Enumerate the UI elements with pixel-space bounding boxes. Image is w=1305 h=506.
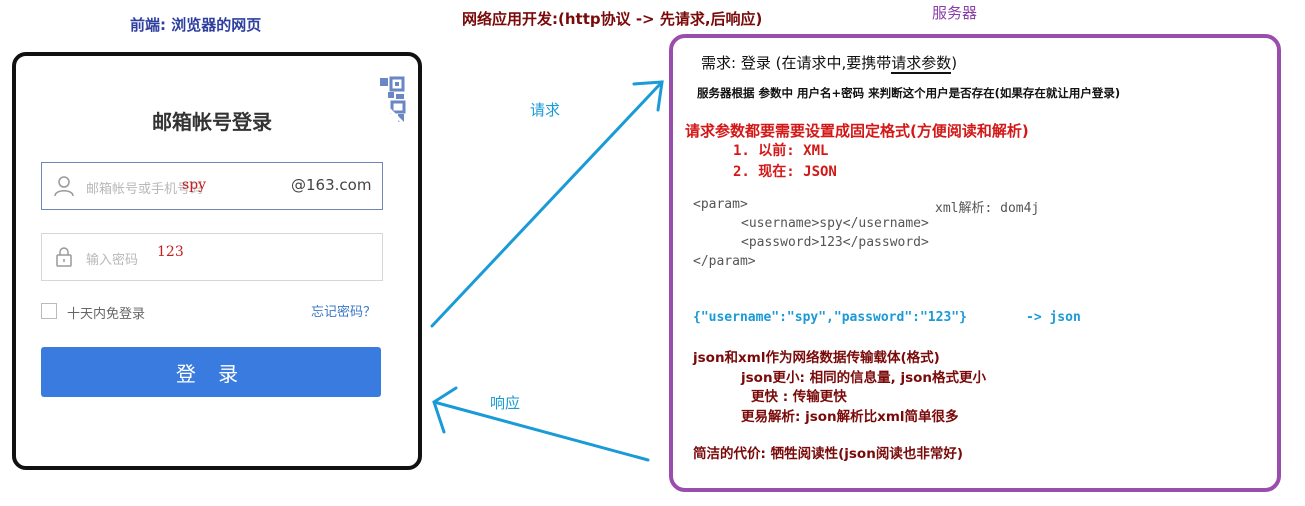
xml-line: <password>123</password> [741, 235, 929, 250]
requirement-prefix: 需求: 登录 (在请求中,要携带 [701, 54, 892, 72]
xml-line: <username>spy</username> [741, 216, 929, 231]
json-arrow-note: -> json [1026, 310, 1081, 325]
comparison-line: 更快 : 传输更快 [751, 389, 847, 405]
json-example: {"username":"spy","password":"123"} [693, 310, 967, 325]
format-option-json: 2. 现在: JSON [733, 164, 837, 180]
comparison-line: json更小: 相同的信息量, json格式更小 [741, 370, 987, 386]
comparison-line: 更易解析: json解析比xml简单很多 [741, 409, 959, 425]
server-panel: 需求: 登录 (在请求中,要携带请求参数) 服务器根据 参数中 用户名+密码 来… [669, 34, 1281, 492]
server-requirement: 需求: 登录 (在请求中,要携带请求参数) [701, 52, 958, 74]
format-option-xml: 1. 以前: XML [733, 143, 829, 159]
format-heading: 请求参数都要需要设置成固定格式(方便阅读和解析) [685, 122, 1029, 140]
request-label: 请求 [530, 101, 561, 119]
xml-line: <param> [693, 197, 748, 212]
response-arrow [432, 386, 650, 462]
response-label: 响应 [490, 394, 521, 412]
xml-parser-note: xml解析: dom4j [935, 201, 1040, 216]
xml-line: </param> [693, 254, 756, 269]
comparison-line: 简洁的代价: 牺牲阅读性(json阅读也非常好) [693, 446, 963, 462]
requirement-highlight: 请求参数 [891, 54, 952, 74]
server-check-text: 服务器根据 参数中 用户名+密码 来判断这个用户是否存在(如果存在就让用户登录) [697, 86, 1121, 100]
comparison-line: json和xml作为网络数据传输载体(格式) [693, 350, 940, 366]
requirement-suffix: ) [951, 54, 958, 72]
